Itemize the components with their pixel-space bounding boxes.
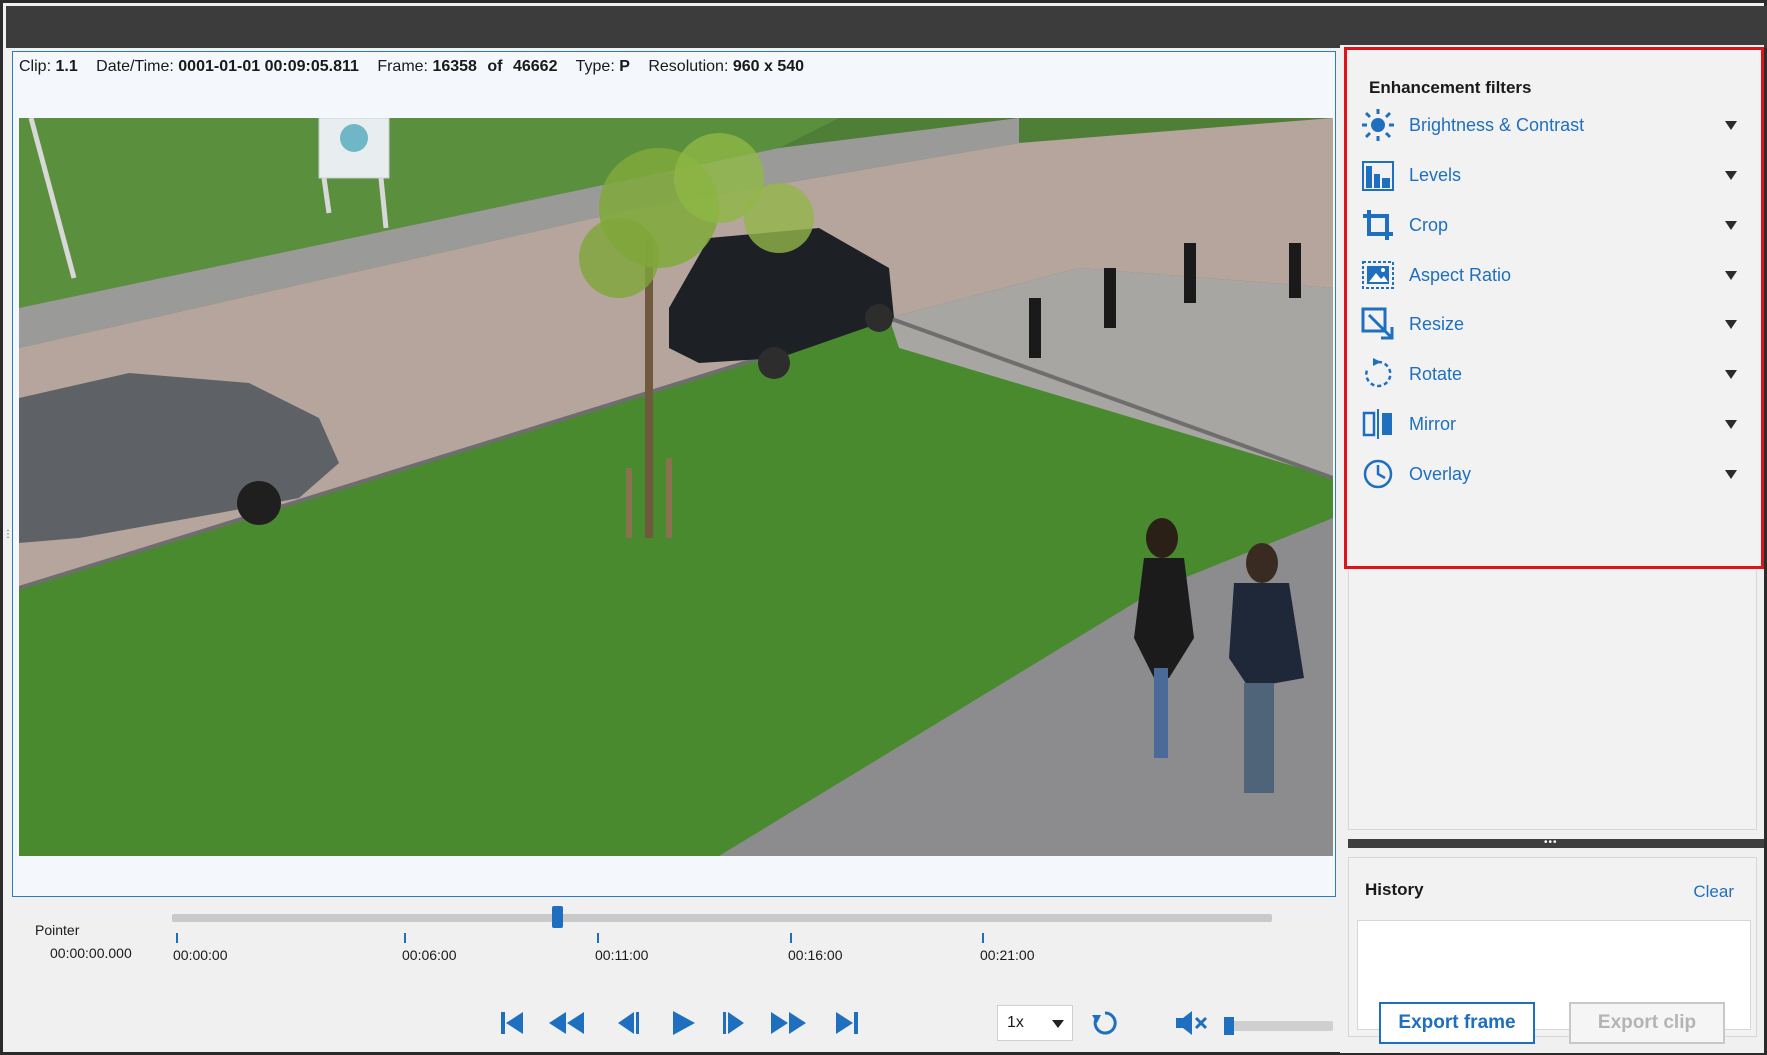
chevron-down-icon[interactable] <box>1725 271 1737 280</box>
filter-label: Rotate <box>1409 364 1463 384</box>
brightness-icon <box>1362 109 1394 141</box>
video-frame[interactable] <box>19 118 1333 856</box>
filter-aspect-ratio[interactable]: Aspect Ratio <box>1357 252 1757 300</box>
chevron-down-icon <box>1052 1020 1064 1028</box>
loop-icon <box>1092 1011 1117 1035</box>
volume-thumb[interactable] <box>1224 1017 1234 1035</box>
filter-label: Mirror <box>1409 414 1456 434</box>
clip-info-bar: Clip: 1.1 Date/Time: 0001-01-01 00:09:05… <box>19 58 818 82</box>
filter-overlay[interactable]: Overlay <box>1357 451 1757 499</box>
resolution-label: Resolution: <box>648 58 729 75</box>
filter-label: Brightness & Contrast <box>1409 115 1585 135</box>
filters-panel-empty-area <box>1348 570 1757 830</box>
mute-button[interactable] <box>1172 1003 1212 1043</box>
left-panel-grip[interactable]: ⋮ <box>3 530 13 552</box>
history-title: History <box>1365 880 1424 899</box>
filter-label: Overlay <box>1409 464 1472 484</box>
play-button[interactable] <box>663 1003 703 1043</box>
type-label: Type: <box>575 58 615 75</box>
datetime-label: Date/Time: <box>96 58 174 75</box>
chevron-down-icon[interactable] <box>1725 171 1737 180</box>
rotate-icon <box>1365 358 1392 388</box>
filter-label: Crop <box>1409 215 1449 235</box>
filter-label: Resize <box>1409 314 1465 334</box>
filter-crop[interactable]: Crop <box>1357 202 1757 250</box>
chevron-down-icon[interactable] <box>1725 370 1737 379</box>
chevron-down-icon[interactable] <box>1725 221 1737 230</box>
step-back-icon <box>618 1012 639 1034</box>
chevron-down-icon[interactable] <box>1725 121 1737 130</box>
video-scene-image <box>19 118 1333 856</box>
panel-splitter[interactable]: ••• <box>1348 837 1764 848</box>
skip-to-end-button[interactable] <box>827 1003 867 1043</box>
filter-mirror[interactable]: Mirror <box>1357 401 1757 449</box>
mute-icon <box>1176 1011 1208 1035</box>
type-value: P <box>619 58 630 75</box>
filter-levels[interactable]: Levels <box>1357 152 1757 200</box>
skip-to-end-icon <box>836 1012 858 1034</box>
playback-controls: 1x <box>12 903 1336 1053</box>
video-panel: Clip: 1.1 Date/Time: 0001-01-01 00:09:05… <box>12 51 1336 897</box>
filter-brightness-contrast[interactable]: Brightness & Contrast <box>1357 102 1757 150</box>
export-frame-button[interactable]: Export frame <box>1379 1002 1535 1044</box>
overlay-icon <box>1363 459 1393 489</box>
history-clear-link[interactable]: Clear <box>1693 882 1734 902</box>
step-back-button[interactable] <box>608 1003 648 1043</box>
filter-label: Levels <box>1409 165 1462 185</box>
fast-rewind-button[interactable] <box>547 1003 587 1043</box>
right-panel: Enhancement filters Brightness & Contras… <box>1340 45 1764 1053</box>
frame-label: Frame: <box>377 58 428 75</box>
chevron-down-icon[interactable] <box>1725 470 1737 479</box>
filter-resize[interactable]: Resize <box>1357 301 1757 349</box>
filter-label: Aspect Ratio <box>1409 265 1512 285</box>
playback-speed-value: 1x <box>1007 1014 1024 1031</box>
resize-icon <box>1361 307 1394 340</box>
filters-title: Enhancement filters <box>1369 78 1532 97</box>
splitter-grip-icon: ••• <box>1544 837 1558 848</box>
timeline-panel: Pointer 00:00:00.000 00:00:00 00:06:00 0… <box>12 903 1336 1053</box>
export-clip-button[interactable]: Export clip <box>1569 1002 1725 1044</box>
fast-forward-button[interactable] <box>768 1003 808 1043</box>
filter-rotate[interactable]: Rotate <box>1357 351 1757 399</box>
datetime-value: 0001-01-01 00:09:05.811 <box>178 58 359 75</box>
frame-total: 46662 <box>512 58 558 75</box>
chevron-down-icon[interactable] <box>1725 320 1737 329</box>
fast-forward-icon <box>771 1012 806 1034</box>
mirror-icon <box>1362 409 1392 439</box>
step-forward-button[interactable] <box>714 1003 754 1043</box>
clip-value: 1.1 <box>55 58 78 75</box>
aspect-ratio-icon <box>1362 261 1394 289</box>
levels-icon <box>1362 161 1394 191</box>
playback-speed-select[interactable]: 1x <box>997 1005 1073 1041</box>
enhancement-filters-panel: Enhancement filters Brightness & Contras… <box>1344 47 1764 569</box>
fast-rewind-icon <box>549 1012 584 1034</box>
clip-label: Clip: <box>19 58 52 75</box>
step-forward-icon <box>723 1012 744 1034</box>
loop-button[interactable] <box>1085 1003 1125 1043</box>
title-bar <box>6 6 1767 48</box>
frame-value: 16358 <box>432 58 477 75</box>
play-icon <box>673 1011 695 1035</box>
volume-slider[interactable] <box>1224 1017 1333 1035</box>
resolution-value: 960 x 540 <box>732 58 805 75</box>
frame-of-label: of <box>487 58 503 75</box>
chevron-down-icon[interactable] <box>1725 420 1737 429</box>
skip-to-start-button[interactable] <box>492 1003 532 1043</box>
crop-icon <box>1363 210 1393 240</box>
skip-to-start-icon <box>501 1012 523 1034</box>
